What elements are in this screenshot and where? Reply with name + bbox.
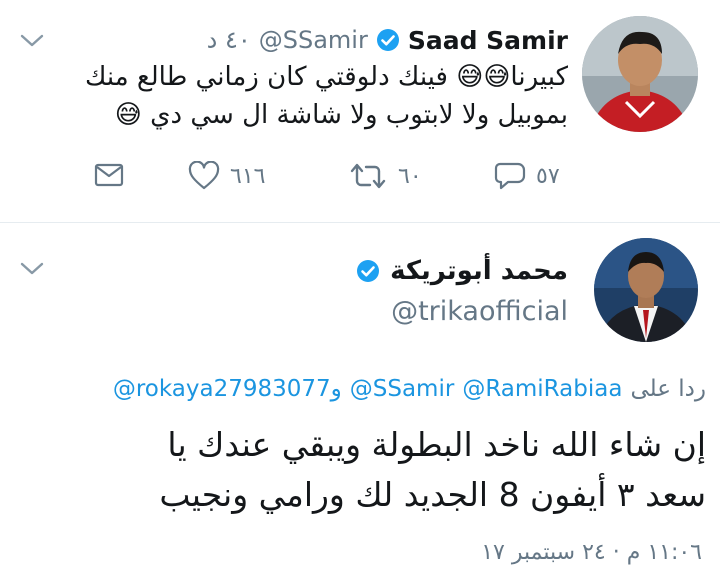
- author-handle[interactable]: @SSamir: [259, 26, 368, 54]
- tweet-text-line-1: إن شاء الله ناخد البطولة ويبقي عندك يا: [167, 425, 706, 464]
- mention-ssamir[interactable]: @SSamir: [350, 376, 455, 402]
- reply-icon: [494, 161, 526, 191]
- retweet-icon: [348, 161, 388, 191]
- like-action[interactable]: ٦١٦: [188, 160, 265, 192]
- author-name[interactable]: Saad Samir: [408, 26, 568, 55]
- chevron-down-icon[interactable]: [20, 34, 44, 48]
- like-count: ٦١٦: [230, 163, 266, 189]
- verified-badge-icon: [356, 259, 380, 283]
- tweet-time[interactable]: ٤٠ د: [207, 26, 251, 54]
- avatar-trika[interactable]: [594, 238, 698, 342]
- tweet-divider: [0, 222, 720, 223]
- author-name[interactable]: محمد أبوتريكة: [390, 256, 568, 286]
- tweet-text-line-2: بموبيل ولا لابتوب ولا شاشة ال سي دي 😅: [114, 100, 568, 130]
- retweet-action[interactable]: ٦٠: [348, 160, 422, 192]
- mention-group: @rokaya27983077 و: [113, 376, 342, 402]
- tweet-text: إن شاء الله ناخد البطولة ويبقي عندك يا س…: [16, 420, 706, 520]
- replying-to-label: ردا على: [630, 376, 706, 402]
- tweet-text: كبيرنا😅😅 فينك دلوقتي كان زماني طالع منك …: [58, 58, 568, 134]
- reply-action[interactable]: ٥٧: [494, 160, 560, 192]
- like-icon: [188, 161, 220, 191]
- tweet-text-line-1: كبيرنا😅😅 فينك دلوقتي كان زماني طالع منك: [84, 62, 568, 92]
- message-icon[interactable]: [94, 163, 124, 187]
- reply-count: ٥٧: [536, 163, 560, 189]
- replying-to: ردا على @RamiRabiaa @SSamir @rokaya27983…: [113, 372, 706, 406]
- retweet-count: ٦٠: [398, 163, 422, 189]
- mention-and: و: [330, 376, 342, 402]
- tweet-timestamp[interactable]: ١١:٠٦ م · ٢٤ سبتمبر ١٧: [481, 540, 702, 565]
- avatar-saad-samir[interactable]: [582, 16, 698, 132]
- mention-ramirabiaa[interactable]: @RamiRabiaa: [462, 376, 622, 402]
- chevron-down-icon[interactable]: [20, 262, 44, 276]
- tweet-header: محمد أبوتريكة: [356, 254, 568, 288]
- mention-rokaya[interactable]: @rokaya27983077: [113, 376, 331, 402]
- author-handle[interactable]: @trikaofficial: [391, 296, 568, 327]
- tweet-text-line-2: سعد ٣ أيفون 8 الجديد لك ورامي ونجيب: [159, 475, 706, 514]
- tweet-header: ٤٠ د @SSamir Saad Samir: [207, 24, 568, 56]
- verified-badge-icon: [376, 28, 400, 52]
